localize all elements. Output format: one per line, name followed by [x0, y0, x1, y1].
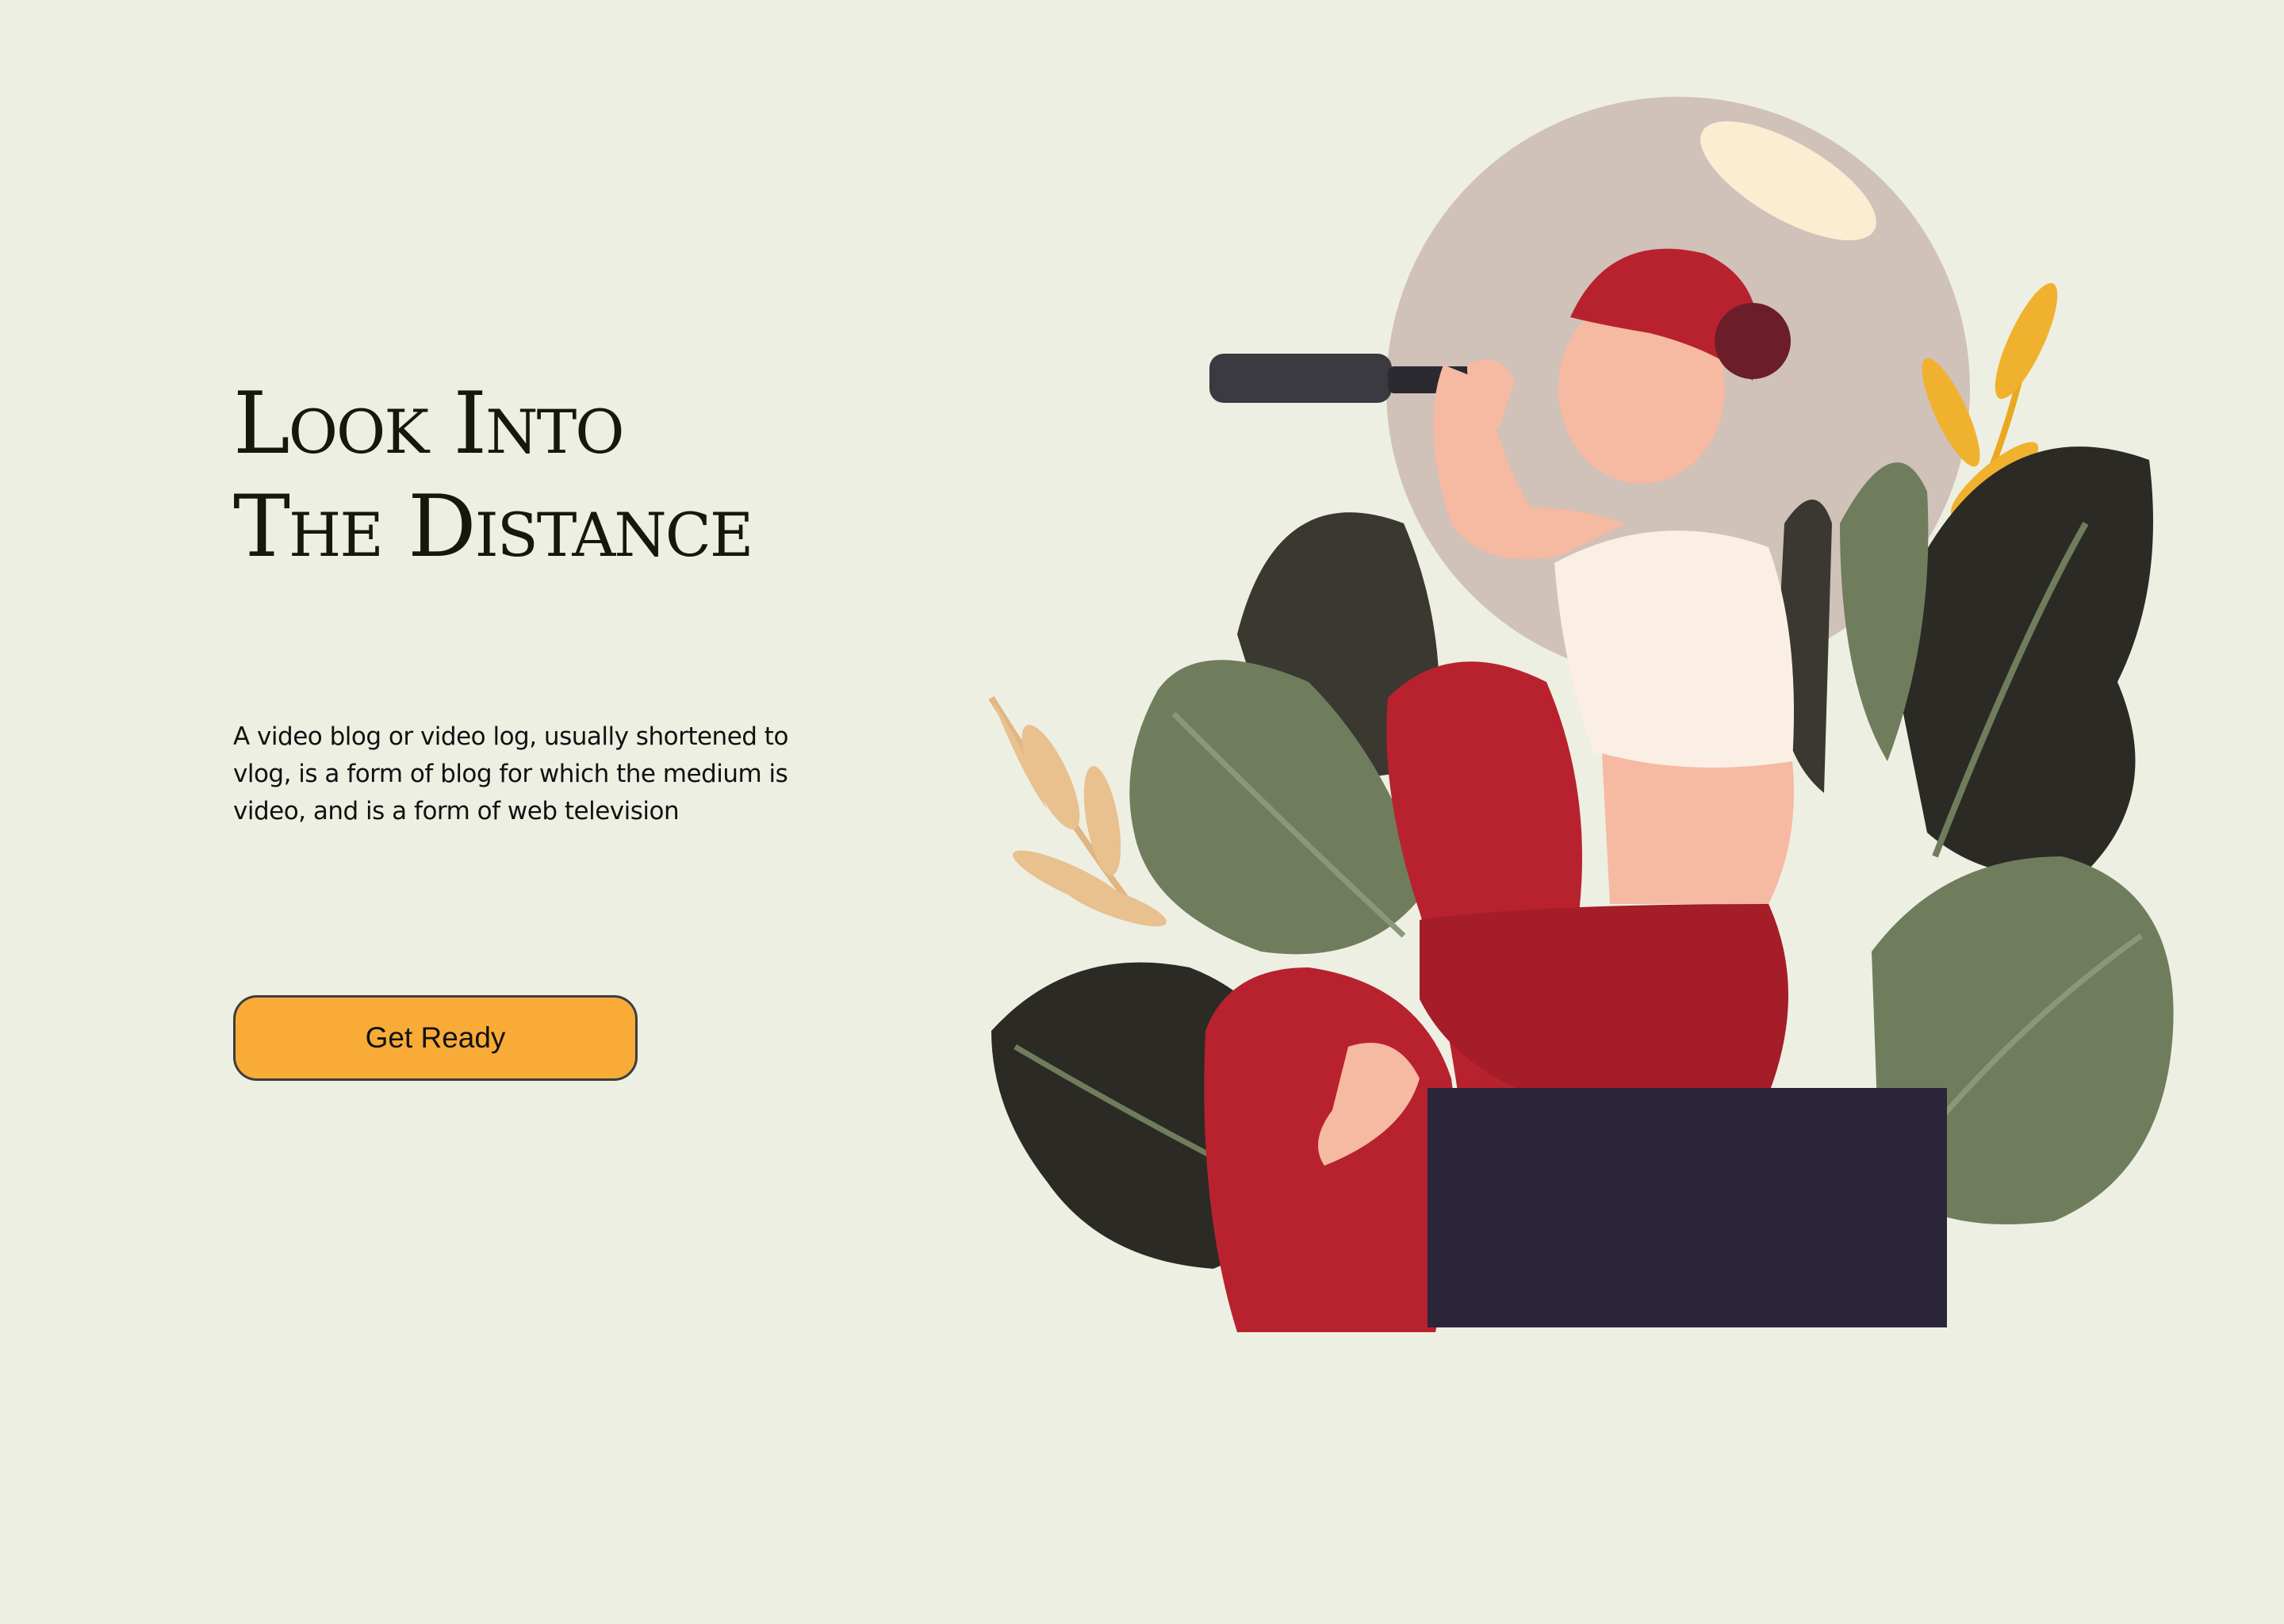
get-ready-button[interactable]: Get Ready	[233, 995, 638, 1081]
landing-page: Look Into The Distance A video blog or v…	[0, 0, 2284, 1624]
hero-title-line-1: Look Into	[233, 374, 625, 473]
seat-box	[1428, 1088, 1947, 1327]
hero-description: A video blog or video log, usually short…	[233, 722, 788, 825]
hero-title: Look Into The Distance	[233, 373, 753, 579]
hero-illustration	[988, 97, 2174, 1332]
hero-title-line-2: The Distance	[233, 477, 753, 576]
